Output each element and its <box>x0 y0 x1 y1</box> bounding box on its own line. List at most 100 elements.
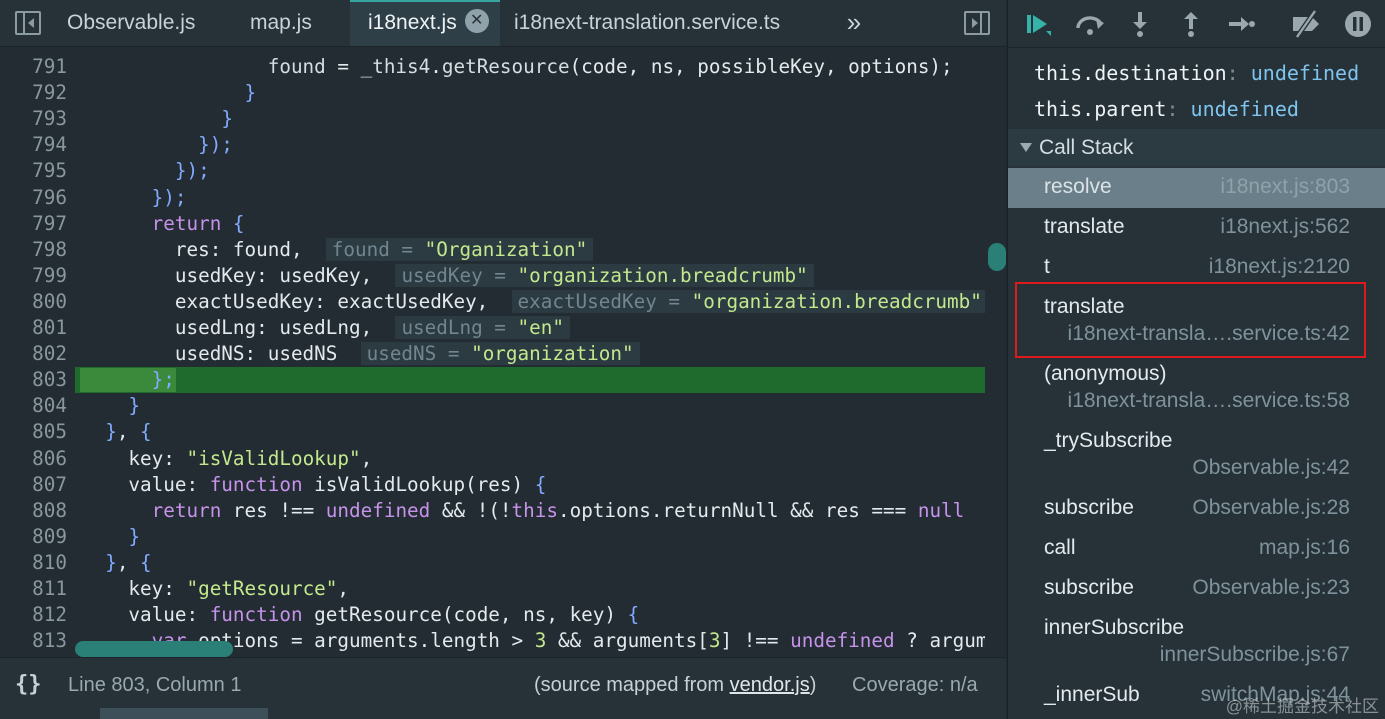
variable-name: this.destination <box>1034 61 1227 85</box>
frame-function-name: (anonymous) <box>1044 362 1167 385</box>
step-out-icon[interactable] <box>1173 6 1209 42</box>
line-number[interactable]: 806 <box>0 446 67 472</box>
pause-on-exceptions-icon[interactable] <box>1340 6 1376 42</box>
variable-value: undefined <box>1190 97 1299 121</box>
line-number[interactable]: 798 <box>0 237 67 263</box>
code-line: 812 value: function getResource(code, ns… <box>0 602 1006 628</box>
call-stack-frame[interactable]: subscribe Observable.js:23 <box>1008 569 1385 609</box>
code-editor[interactable]: 791 found = _this4.getResource(code, ns,… <box>0 53 1006 655</box>
code-line: 792 } <box>0 80 1006 106</box>
line-number[interactable]: 795 <box>0 158 67 184</box>
line-number[interactable]: 801 <box>0 315 67 341</box>
call-stack-frame[interactable]: call map.js:16 <box>1008 529 1385 569</box>
code-line: 811 key: "getResource", <box>0 576 1006 602</box>
step-into-icon[interactable] <box>1122 6 1158 42</box>
line-number[interactable]: 802 <box>0 341 67 367</box>
code-line: 799 usedKey: usedKey, usedKey = "organiz… <box>0 263 1006 289</box>
code-line: 791 found = _this4.getResource(code, ns,… <box>0 54 1006 80</box>
call-stack-header[interactable]: Call Stack <box>1008 129 1385 166</box>
line-number[interactable]: 808 <box>0 498 67 524</box>
debugger-sidebar: this.destination: undefined this.parent:… <box>1007 0 1385 719</box>
current-line-highlight <box>75 367 988 394</box>
code-line: 804 } <box>0 393 1006 419</box>
toggle-navigator-icon[interactable] <box>15 11 41 35</box>
variable-name: this.parent <box>1034 97 1167 121</box>
tab-i18next-translation-service-ts[interactable]: i18next-translation.service.ts <box>514 0 780 46</box>
scope-variable-row[interactable]: this.destination: undefined <box>1034 58 1359 88</box>
line-number[interactable]: 804 <box>0 393 67 419</box>
frame-location: i18next.js:2120 <box>1208 255 1350 278</box>
code-line: 808 return res !== undefined && !(!this.… <box>0 498 1006 524</box>
frame-location: i18next.js:562 <box>1220 215 1350 238</box>
code-line: 807 value: function isValidLookup(res) { <box>0 472 1006 498</box>
line-number[interactable]: 800 <box>0 289 67 315</box>
tab-i18next-js[interactable]: i18next.js ✕ <box>350 0 500 46</box>
vertical-scrollbar[interactable] <box>988 243 1006 271</box>
cursor-position: Line 803, Column 1 <box>68 674 242 696</box>
call-stack-frame[interactable]: (anonymous) i18next-transla….service.ts:5… <box>1008 355 1385 422</box>
tab-observable-js[interactable]: Observable.js <box>67 0 195 46</box>
source-map-info: (source mapped from vendor.js) <box>534 674 816 697</box>
code-line: 794 }); <box>0 132 1006 158</box>
code-line: 800 exactUsedKey: exactUsedKey, exactUse… <box>0 289 1006 315</box>
line-number[interactable]: 809 <box>0 524 67 550</box>
horizontal-scrollbar[interactable] <box>75 641 233 657</box>
frame-location: Observable.js:28 <box>1192 496 1350 519</box>
code-text: key: "getResource", <box>82 577 350 600</box>
call-stack-frame[interactable]: translate i18next.js:562 <box>1008 208 1385 248</box>
frame-function-name: subscribe <box>1044 576 1134 599</box>
variable-separator: : <box>1166 97 1191 121</box>
line-number[interactable]: 813 <box>0 628 67 654</box>
frame-function-name: _trySubscribe <box>1044 429 1173 452</box>
line-number[interactable]: 807 <box>0 472 67 498</box>
frame-function-name: translate <box>1044 215 1125 238</box>
line-number[interactable]: 791 <box>0 54 67 80</box>
code-line: 802 usedNS: usedNS usedNS = "organizatio… <box>0 341 1006 367</box>
step-icon[interactable] <box>1222 6 1258 42</box>
step-over-icon[interactable] <box>1072 6 1108 42</box>
source-map-link[interactable]: vendor.js <box>730 674 810 696</box>
call-stack-frame[interactable]: _trySubscribe Observable.js:42 <box>1008 422 1385 489</box>
tab-map-js[interactable]: map.js <box>250 0 312 46</box>
editor-tab-bar: Observable.js map.js i18next.js ✕ i18next… <box>0 0 1006 47</box>
line-number[interactable]: 812 <box>0 602 67 628</box>
line-number[interactable]: 796 <box>0 185 67 211</box>
variable-separator: : <box>1226 61 1251 85</box>
code-text: res: found, found = "Organization" <box>82 237 594 263</box>
collapse-triangle-icon[interactable] <box>1020 143 1032 152</box>
code-text: usedLng: usedLng, usedLng = "en" <box>82 315 570 341</box>
code-line: 810 }, { <box>0 550 1006 576</box>
call-stack-frame[interactable]: innerSubscribe innerSubscribe.js:67 <box>1008 609 1385 676</box>
code-text: }); <box>198 133 233 157</box>
line-number[interactable]: 799 <box>0 263 67 289</box>
line-number[interactable]: 810 <box>0 550 67 576</box>
line-number[interactable]: 793 <box>0 106 67 132</box>
frame-location: innerSubscribe.js:67 <box>1159 643 1350 666</box>
line-number[interactable]: 805 <box>0 419 67 445</box>
code-text: } <box>128 394 141 418</box>
call-stack-frame[interactable]: resolve i18next.js:803 <box>1008 168 1385 208</box>
toggle-debugger-icon[interactable] <box>964 11 990 35</box>
code-line: 793 } <box>0 106 1006 132</box>
source-map-prefix: (source mapped from <box>534 674 730 696</box>
line-number[interactable]: 792 <box>0 80 67 106</box>
frame-function-name: subscribe <box>1044 496 1134 519</box>
annotation-highlight-box <box>1015 282 1366 358</box>
line-number[interactable]: 811 <box>0 576 67 602</box>
line-number[interactable]: 797 <box>0 211 67 237</box>
code-text: value: function getResource(code, ns, ke… <box>82 603 640 627</box>
code-text: usedNS: usedNS usedNS = "organization" <box>82 341 640 367</box>
call-stack-frame[interactable]: subscribe Observable.js:28 <box>1008 489 1385 529</box>
line-number[interactable]: 803 <box>0 367 67 393</box>
tab-label: map.js <box>250 11 312 34</box>
resume-icon[interactable] <box>1018 6 1054 42</box>
drawer-tab[interactable] <box>100 708 268 719</box>
more-tabs-icon[interactable]: » <box>838 0 870 46</box>
deactivate-breakpoints-icon[interactable] <box>1288 6 1324 42</box>
scope-variable-row[interactable]: this.parent: undefined <box>1034 94 1299 124</box>
close-tab-icon[interactable]: ✕ <box>464 9 489 34</box>
call-stack-title: Call Stack <box>1039 136 1134 159</box>
editor-scroll-gutter <box>985 53 1006 655</box>
line-number[interactable]: 794 <box>0 132 67 158</box>
pretty-print-icon[interactable]: {} <box>15 672 42 697</box>
